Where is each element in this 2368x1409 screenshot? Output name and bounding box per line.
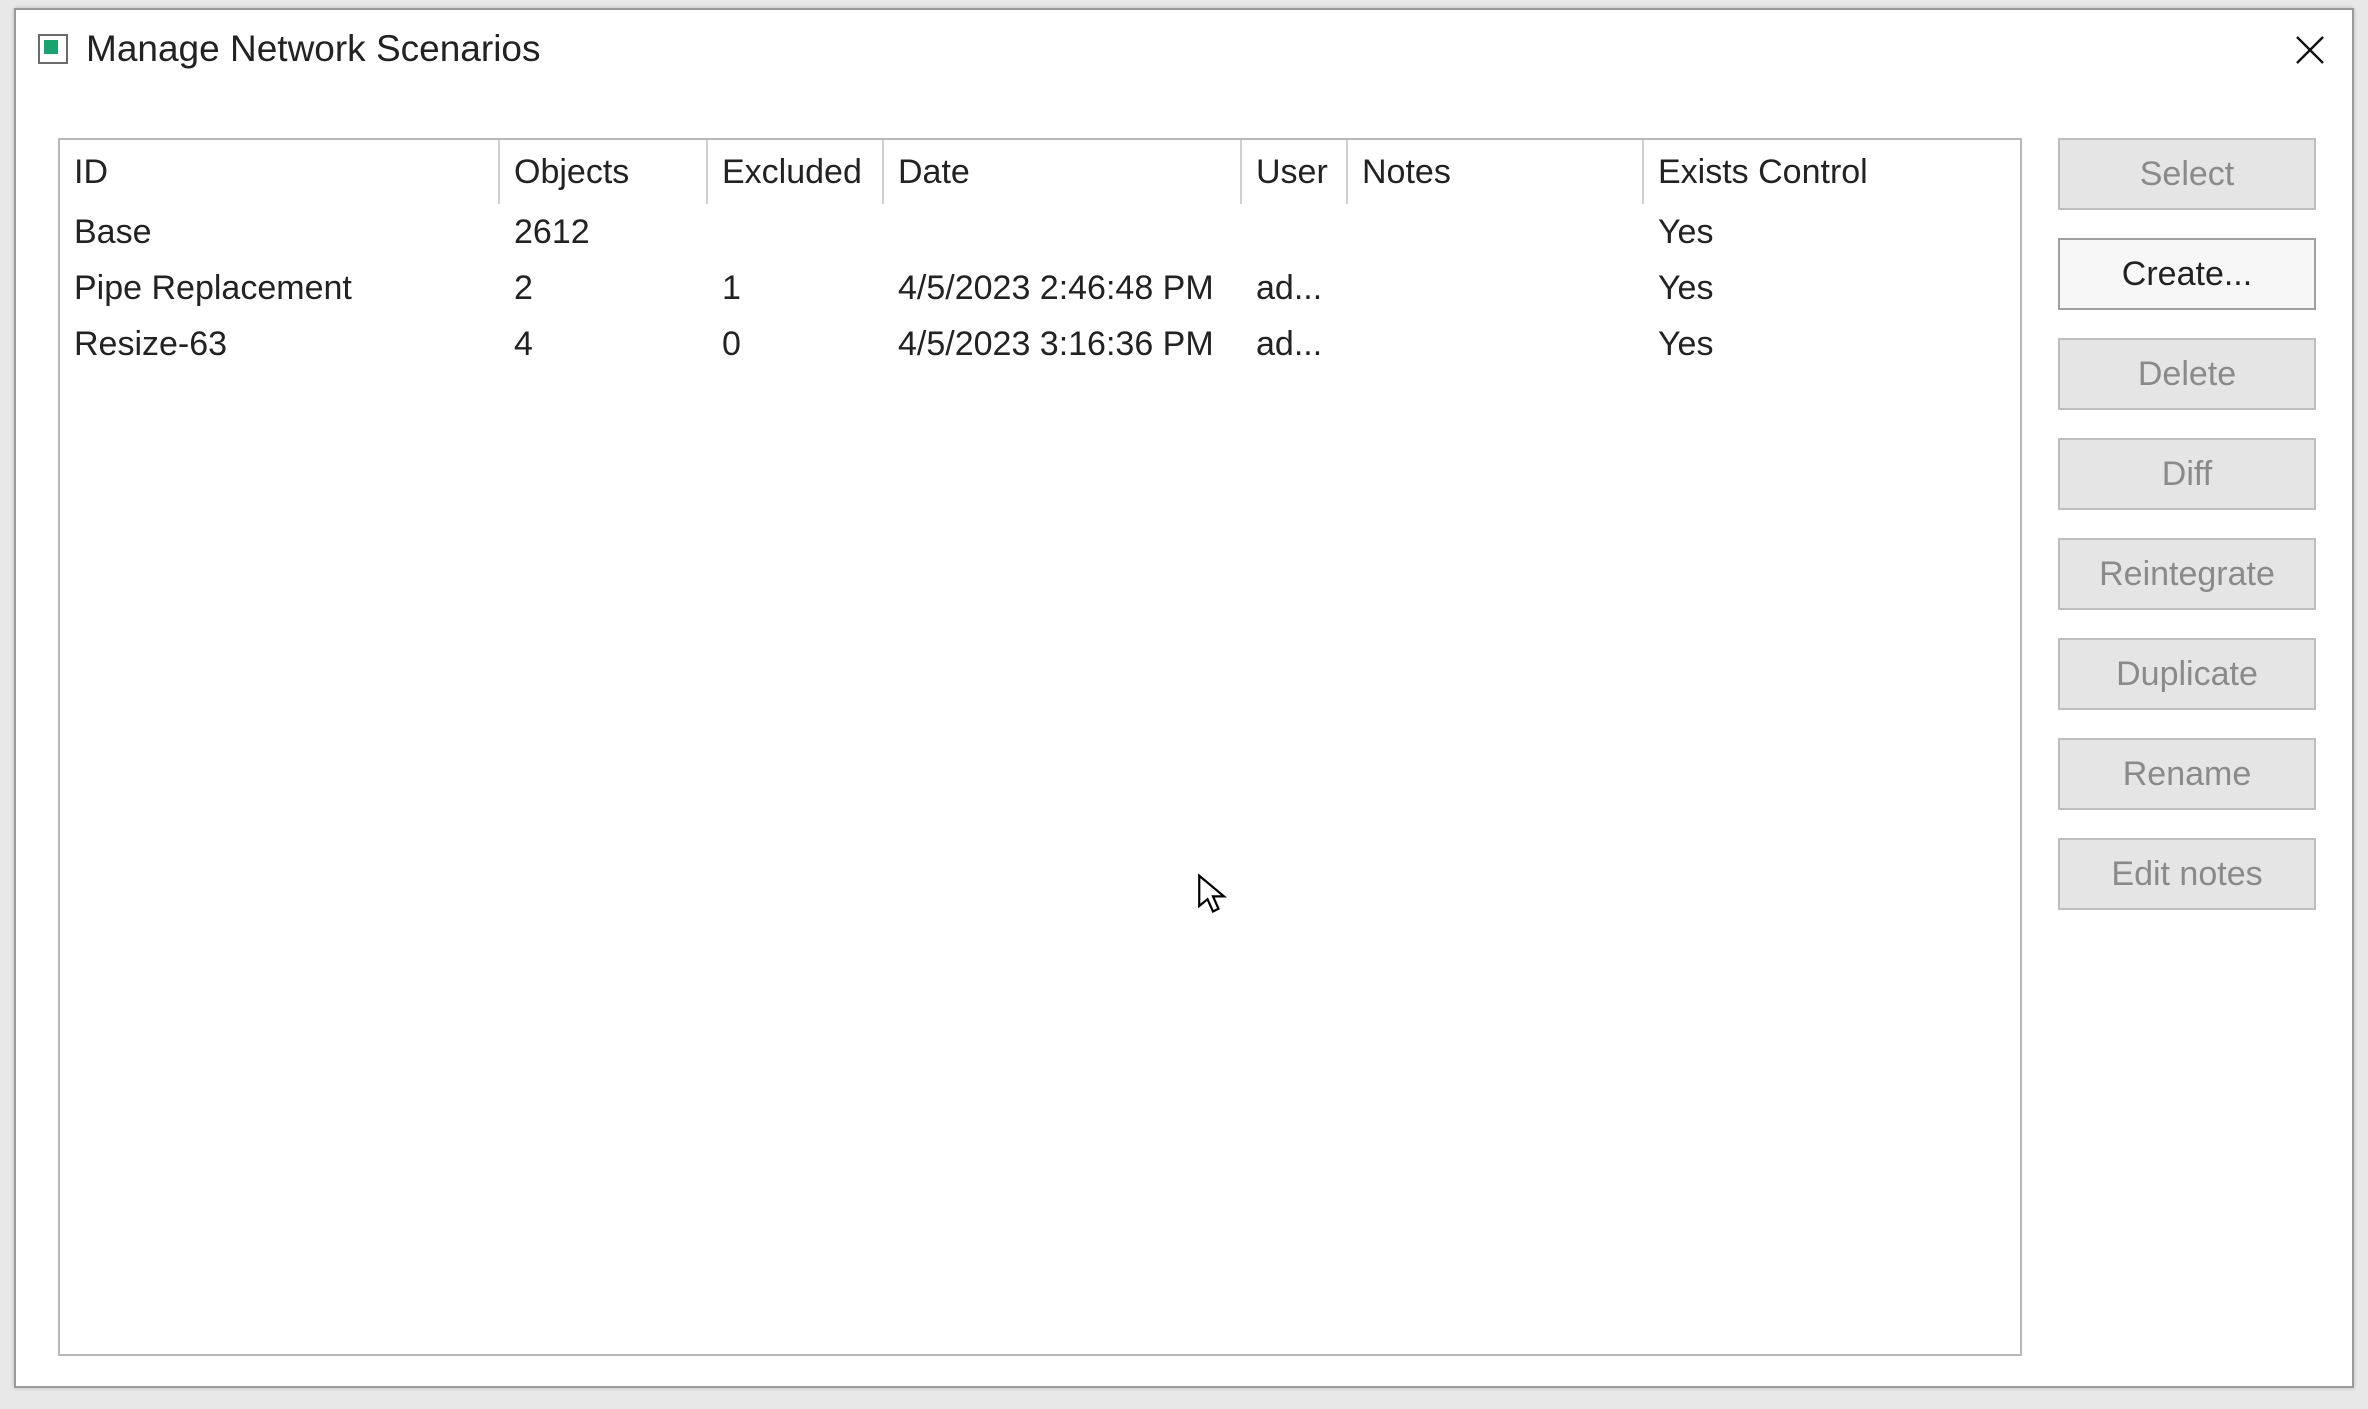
delete-button: Delete — [2058, 338, 2316, 410]
close-icon — [2295, 35, 2325, 65]
titlebar: Manage Network Scenarios — [16, 10, 2352, 88]
window-title: Manage Network Scenarios — [86, 28, 541, 70]
cell-date: 4/5/2023 2:46:48 PM — [884, 269, 1242, 308]
cell-excluded: 0 — [708, 325, 884, 364]
header-excluded[interactable]: Excluded — [708, 140, 884, 204]
cell-id: Resize-63 — [60, 325, 500, 364]
manage-scenarios-dialog: Manage Network Scenarios ID Objects Excl… — [14, 8, 2354, 1388]
scenarios-grid[interactable]: ID Objects Excluded Date User Notes Exis… — [58, 138, 2022, 1356]
cell-date: 4/5/2023 3:16:36 PM — [884, 325, 1242, 364]
cell-objects: 2612 — [500, 213, 708, 252]
grid-header-row: ID Objects Excluded Date User Notes Exis… — [60, 140, 2020, 204]
action-sidebar: Select Create... Delete Diff Reintegrate… — [2058, 138, 2316, 910]
cell-objects: 4 — [500, 325, 708, 364]
cell-excluded: 1 — [708, 269, 884, 308]
cell-user: ad... — [1242, 269, 1348, 308]
app-icon — [38, 34, 68, 64]
rename-button: Rename — [2058, 738, 2316, 810]
cell-exists: Yes — [1644, 213, 2020, 252]
header-exists[interactable]: Exists Control — [1644, 153, 2020, 192]
create-button[interactable]: Create... — [2058, 238, 2316, 310]
table-row[interactable]: Resize-63404/5/2023 3:16:36 PMad... Yes — [60, 316, 2020, 372]
table-row[interactable]: Pipe Replacement214/5/2023 2:46:48 PMad.… — [60, 260, 2020, 316]
cell-objects: 2 — [500, 269, 708, 308]
table-row[interactable]: Base2612 Yes — [60, 204, 2020, 260]
edit-notes-button: Edit notes — [2058, 838, 2316, 910]
duplicate-button: Duplicate — [2058, 638, 2316, 710]
select-button: Select — [2058, 138, 2316, 210]
reintegrate-button: Reintegrate — [2058, 538, 2316, 610]
cell-id: Pipe Replacement — [60, 269, 500, 308]
cell-user: ad... — [1242, 325, 1348, 364]
header-objects[interactable]: Objects — [500, 140, 708, 204]
diff-button: Diff — [2058, 438, 2316, 510]
header-notes[interactable]: Notes — [1348, 140, 1644, 204]
close-button[interactable] — [2286, 26, 2334, 74]
header-id[interactable]: ID — [60, 140, 500, 204]
cell-exists: Yes — [1644, 325, 2020, 364]
cell-id: Base — [60, 213, 500, 252]
cell-exists: Yes — [1644, 269, 2020, 308]
header-user[interactable]: User — [1242, 140, 1348, 204]
header-date[interactable]: Date — [884, 140, 1242, 204]
